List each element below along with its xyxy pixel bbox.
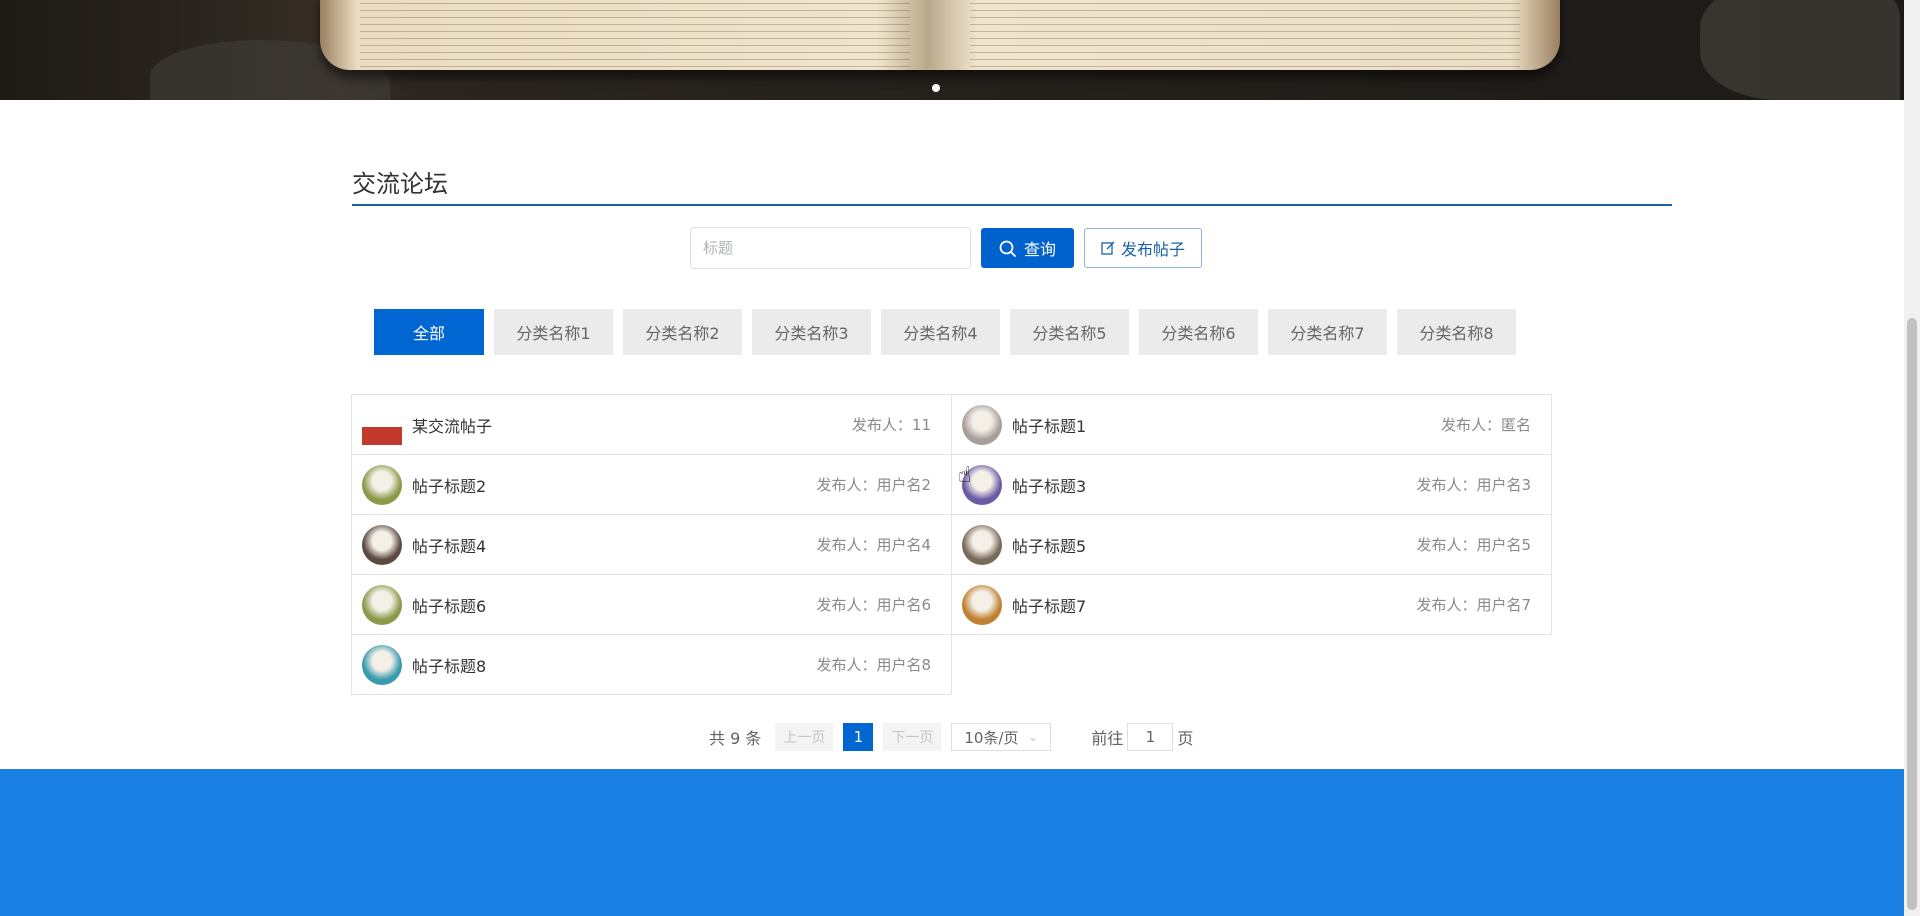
post-item[interactable]: 帖子标题7 发布人：用户名7: [951, 574, 1552, 635]
chevron-down-icon: ⌄: [1028, 730, 1039, 744]
create-post-label: 发布帖子: [1120, 240, 1185, 259]
carousel-dot[interactable]: [932, 84, 940, 92]
tab-category-2[interactable]: 分类名称2: [623, 309, 742, 355]
query-button-label: 查询: [1023, 240, 1056, 259]
hand-cursor-icon: ☝: [958, 463, 972, 488]
post-title[interactable]: 帖子标题3: [1012, 473, 1416, 497]
post-avatar: [362, 464, 402, 505]
tab-category-8[interactable]: 分类名称8: [1397, 309, 1516, 355]
post-avatar: [362, 584, 402, 625]
post-title[interactable]: 帖子标题8: [412, 653, 816, 677]
post-avatar: [962, 404, 1002, 445]
create-post-button[interactable]: 发布帖子: [1084, 228, 1202, 268]
hero-banner: [0, 0, 1904, 100]
post-author: 发布人：11: [851, 416, 931, 434]
section-divider: [352, 204, 1672, 206]
post-avatar: [962, 584, 1002, 625]
post-avatar: [362, 644, 402, 685]
tab-category-4[interactable]: 分类名称4: [881, 309, 1000, 355]
post-title[interactable]: 帖子标题2: [412, 473, 816, 497]
post-item[interactable]: 帖子标题4 发布人：用户名4: [351, 514, 952, 575]
post-author: 发布人：用户名4: [816, 536, 931, 554]
goto-prefix: 前往: [1091, 729, 1124, 748]
tab-category-7[interactable]: 分类名称7: [1268, 309, 1387, 355]
post-avatar: [962, 524, 1002, 565]
post-list: 某交流帖子 发布人：11 帖子标题1 发布人：匿名 帖子标题2 发布人：用户名2 帖子标题3…: [351, 394, 1552, 695]
section-title: 交流论坛: [352, 170, 448, 198]
post-avatar: [362, 404, 402, 445]
post-title[interactable]: 帖子标题4: [412, 533, 816, 557]
page-size-value: 10条/页: [964, 728, 1019, 747]
post-author: 发布人：用户名5: [1416, 536, 1531, 554]
post-author: 发布人：用户名2: [816, 476, 931, 494]
page-number-current[interactable]: 1: [843, 723, 874, 751]
tab-category-6[interactable]: 分类名称6: [1139, 309, 1258, 355]
scrollbar-thumb[interactable]: [1907, 318, 1917, 910]
post-author: 发布人：用户名6: [816, 596, 931, 614]
post-author: 发布人：用户名3: [1416, 476, 1531, 494]
post-item[interactable]: 帖子标题1 发布人：匿名: [951, 394, 1552, 455]
post-item[interactable]: 帖子标题5 发布人：用户名5: [951, 514, 1552, 575]
tab-all[interactable]: 全部: [374, 309, 484, 355]
post-avatar: [362, 524, 402, 565]
total-count: 共 9 条: [709, 729, 762, 748]
post-item[interactable]: 某交流帖子 发布人：11: [351, 394, 952, 455]
page-scrollbar[interactable]: [1904, 0, 1920, 916]
post-author: 发布人：用户名7: [1416, 596, 1531, 614]
goto-page-input[interactable]: [1127, 723, 1174, 751]
category-tabs: 全部 分类名称1 分类名称2 分类名称3 分类名称4 分类名称5 分类名称6 分类名称7 分类名…: [374, 309, 1516, 355]
tab-category-3[interactable]: 分类名称3: [752, 309, 871, 355]
post-title[interactable]: 帖子标题6: [412, 593, 816, 617]
post-item[interactable]: 帖子标题3 发布人：用户名3: [951, 454, 1552, 515]
post-item[interactable]: 帖子标题2 发布人：用户名2: [351, 454, 952, 515]
post-title[interactable]: 帖子标题7: [1012, 593, 1416, 617]
post-author: 发布人：用户名8: [816, 656, 931, 674]
prev-page-button[interactable]: 上一页: [775, 723, 834, 751]
post-title[interactable]: 某交流帖子: [412, 413, 852, 437]
tab-category-1[interactable]: 分类名称1: [494, 309, 613, 355]
post-author: 发布人：匿名: [1440, 416, 1531, 434]
post-title[interactable]: 帖子标题1: [1012, 413, 1441, 437]
query-button[interactable]: 查询: [981, 228, 1074, 268]
banner-decoration: [1700, 0, 1900, 100]
goto-suffix: 页: [1177, 729, 1194, 748]
title-search-input[interactable]: [690, 227, 971, 269]
page-size-select[interactable]: 10条/页 ⌄: [951, 723, 1052, 751]
goto-page: 前往 页: [1091, 723, 1193, 751]
post-item[interactable]: 帖子标题8 发布人：用户名8: [351, 634, 952, 695]
search-icon: [999, 240, 1016, 257]
post-title[interactable]: 帖子标题5: [1012, 533, 1416, 557]
banner-book-image: [320, 0, 1560, 70]
footer: [0, 769, 1904, 916]
post-item[interactable]: 帖子标题6 发布人：用户名6: [351, 574, 952, 635]
pagination: 共 9 条 上一页 1 下一页 10条/页 ⌄ 前往 页: [709, 723, 1193, 751]
edit-icon: [1101, 241, 1115, 255]
next-page-button[interactable]: 下一页: [883, 723, 942, 751]
tab-category-5[interactable]: 分类名称5: [1010, 309, 1129, 355]
